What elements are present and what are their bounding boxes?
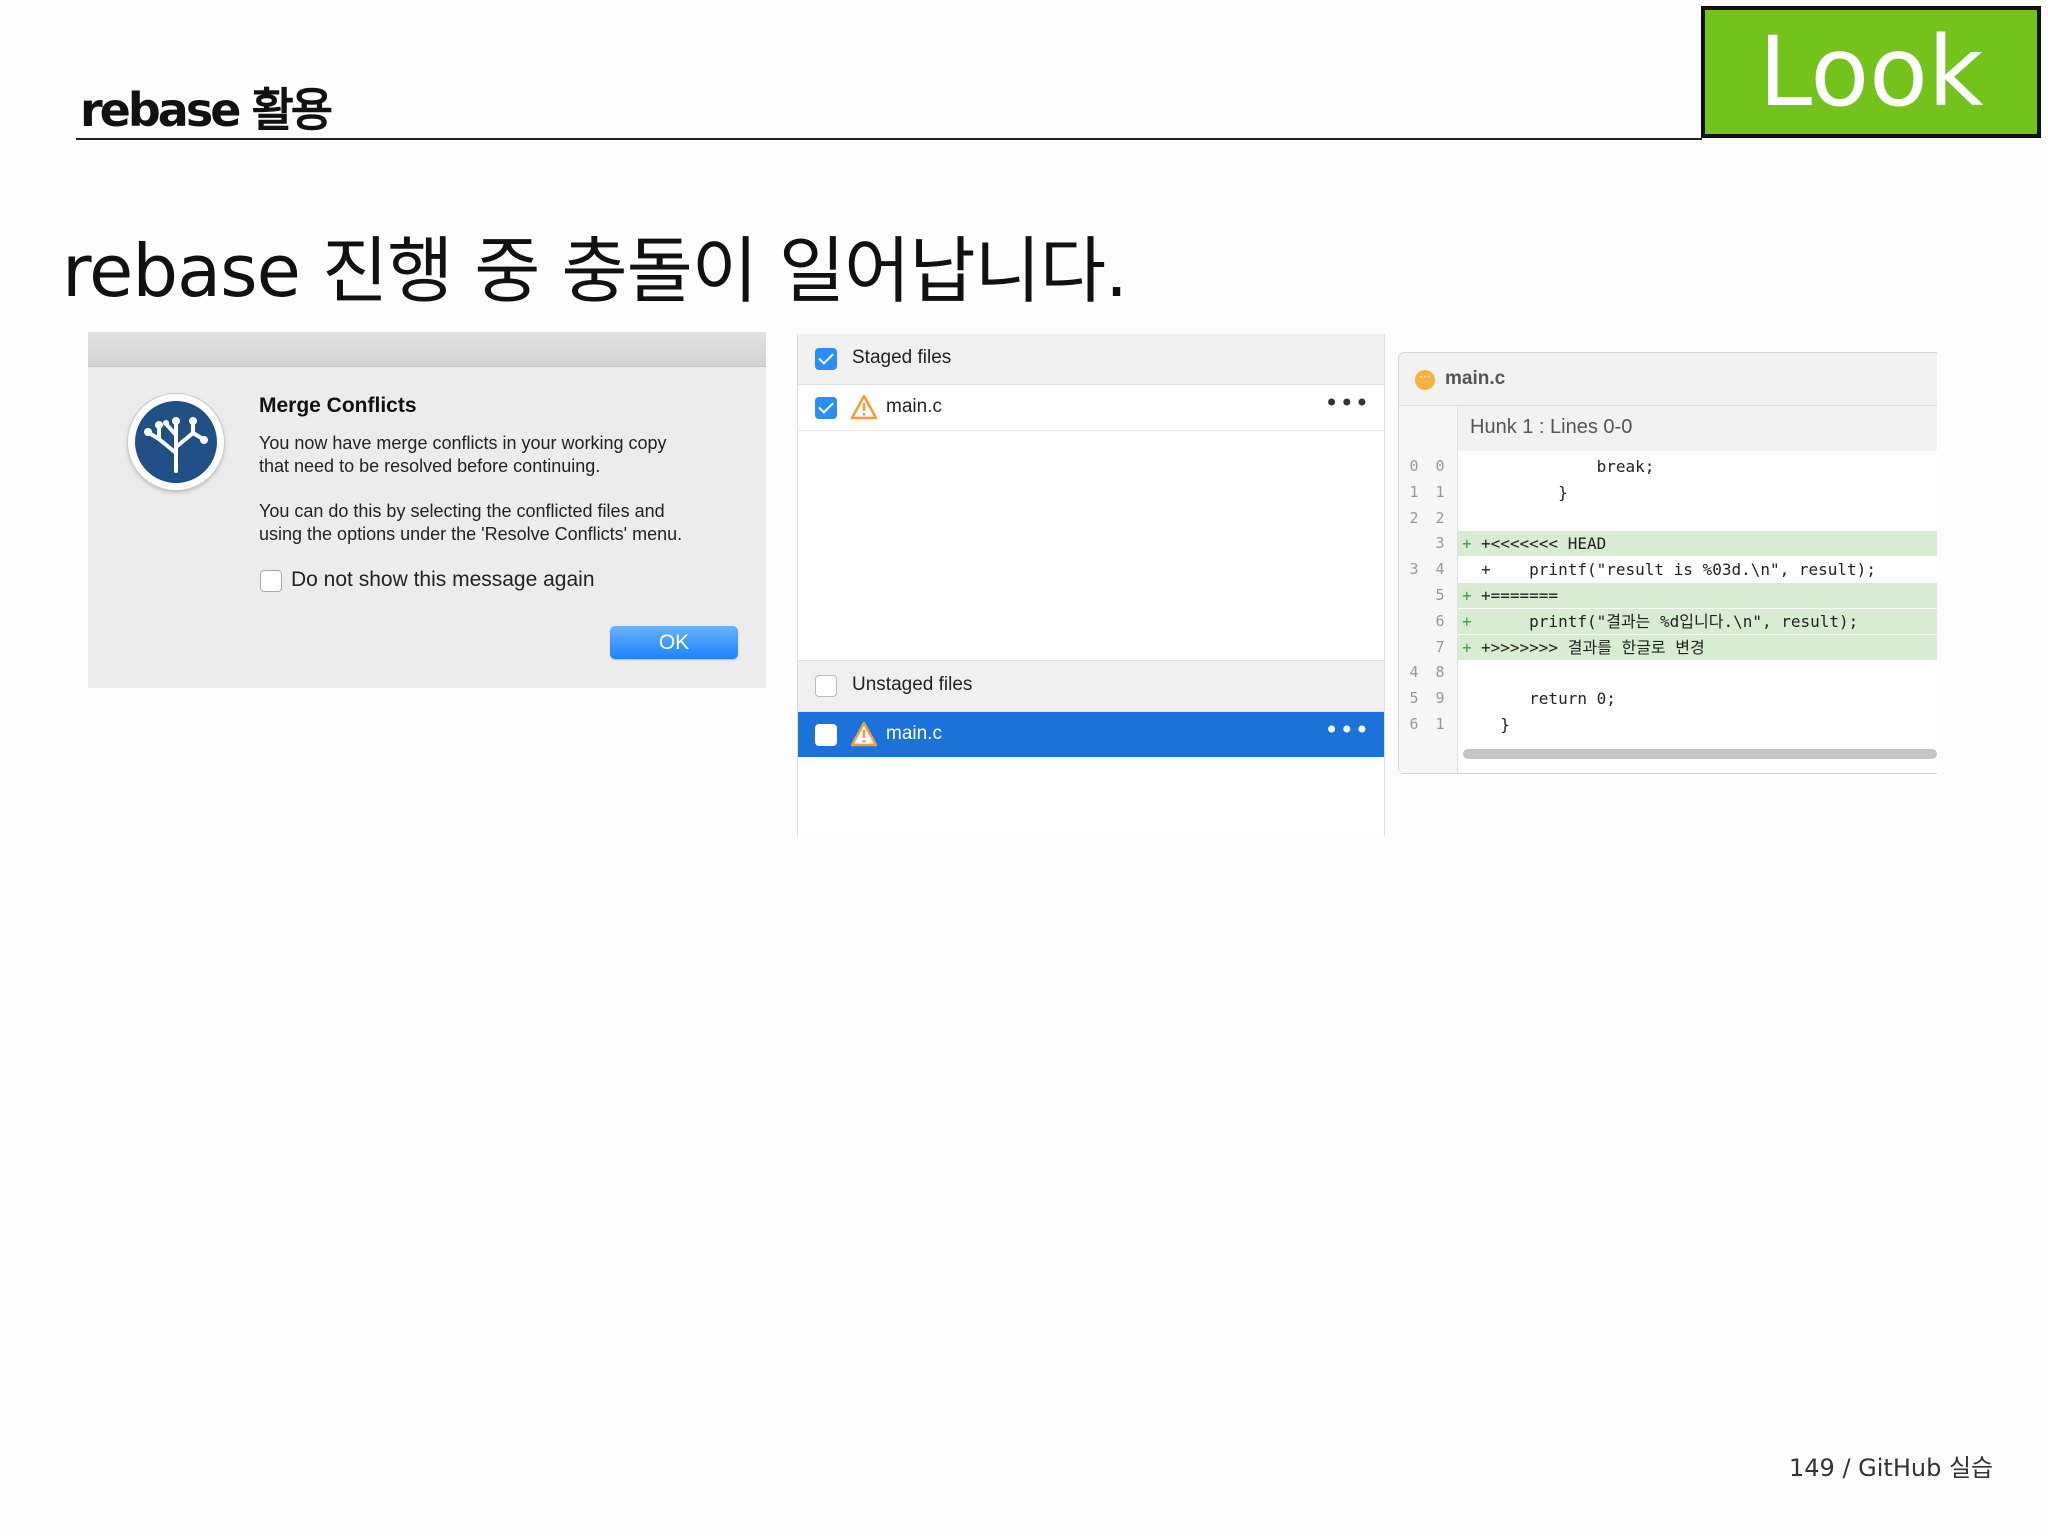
do-not-show-label[interactable]: Do not show this message again <box>291 568 595 592</box>
staged-all-checkbox[interactable] <box>815 348 837 370</box>
unstaged-file-checkbox[interactable] <box>815 724 837 746</box>
code-text: return 0; <box>1481 689 1616 709</box>
old-line-number: 1 <box>1409 482 1419 501</box>
diff-context-line[interactable]: 3 4 + printf("result is %03d.\n", result); <box>1399 557 1937 582</box>
diff-added-line[interactable]: 5 + +======= <box>1399 583 1937 608</box>
new-line-number: 0 <box>1435 457 1445 475</box>
dialog-message-1-line-2: that need to be resolved before continui… <box>259 456 601 476</box>
dialog-message-1-line-1: You now have merge conflicts in your wor… <box>259 433 667 453</box>
new-line-number: 4 <box>1435 560 1445 579</box>
unstaged-file-name: main.c <box>886 723 942 744</box>
staged-file-name: main.c <box>886 396 942 417</box>
code-text: +>>>>>>> 결과를 한글로 변경 <box>1481 637 1705 657</box>
ok-button[interactable]: OK <box>610 626 738 659</box>
diff-context-line[interactable]: 22 <box>1399 506 1937 531</box>
hunk-header: Hunk 1 : Lines 0-0 <box>1458 406 1937 451</box>
diff-context-line[interactable]: 00 break; <box>1399 454 1937 479</box>
code-text: } <box>1481 715 1510 734</box>
old-line-number: 4 <box>1409 663 1419 682</box>
dialog-title-bar <box>88 332 766 367</box>
warning-icon <box>850 721 878 747</box>
unstaged-files-label: Unstaged files <box>852 674 973 695</box>
title-rule <box>76 138 1702 140</box>
diff-added-line[interactable]: 6 + printf("결과는 %d입니다.\n", result); <box>1399 608 1937 634</box>
more-actions-icon[interactable]: ••• <box>1325 716 1370 744</box>
merge-conflicts-dialog: Merge Conflicts You now have merge confl… <box>88 332 766 688</box>
dialog-message-1: You now have merge conflicts in your wor… <box>259 432 739 478</box>
code-text: + printf("result is %03d.\n", result); <box>1481 560 1876 580</box>
code-text: break; <box>1481 457 1655 476</box>
diff-context-line[interactable]: 59 return 0; <box>1399 686 1937 711</box>
old-line-number: 5 <box>1409 689 1419 708</box>
slide-title: rebase 활용 <box>80 83 333 137</box>
more-actions-icon[interactable]: ••• <box>1325 389 1370 417</box>
diff-added-line[interactable]: 3 + +<<<<<<< HEAD <box>1399 531 1937 557</box>
new-line-number: 7 <box>1435 637 1445 656</box>
old-line-number: 3 <box>1409 560 1419 579</box>
hunk-label: Hunk 1 : Lines 0-0 <box>1470 416 1633 438</box>
old-line-number: 6 <box>1409 715 1419 733</box>
dialog-message-2-line-1: You can do this by selecting the conflic… <box>259 501 665 521</box>
code-text: +<<<<<<< HEAD <box>1481 534 1607 554</box>
diff-context-line[interactable]: 48 <box>1399 660 1937 685</box>
code-text: printf("결과는 %d입니다.\n", result); <box>1481 611 1859 631</box>
dialog-title: Merge Conflicts <box>259 394 417 417</box>
new-line-number: 8 <box>1435 663 1445 682</box>
old-line-number: 0 <box>1409 457 1419 475</box>
staged-files-header: Staged files <box>798 334 1384 385</box>
staged-file-row[interactable]: main.c ••• <box>798 385 1384 431</box>
do-not-show-checkbox[interactable] <box>260 570 282 592</box>
code-text: } <box>1481 482 1568 502</box>
diff-context-line[interactable]: 61 } <box>1399 712 1937 737</box>
staged-file-checkbox[interactable] <box>815 397 837 419</box>
look-badge: Look <box>1701 6 2041 138</box>
new-line-number: 9 <box>1435 689 1445 708</box>
page-footer: 149 / GitHub 실습 <box>1789 1454 1994 1482</box>
dialog-message-2: You can do this by selecting the conflic… <box>259 500 739 546</box>
unstaged-files-header: Unstaged files <box>798 660 1384 712</box>
warning-icon <box>850 394 878 420</box>
new-line-number: 6 <box>1435 611 1445 630</box>
added-marker: + <box>1462 586 1472 605</box>
added-marker: + <box>1462 611 1472 631</box>
added-marker: + <box>1462 637 1472 657</box>
files-panel: Staged files main.c ••• Unstaged files m… <box>797 334 1385 836</box>
horizontal-scrollbar[interactable] <box>1463 749 1937 759</box>
dialog-message-2-line-2: using the options under the 'Resolve Con… <box>259 524 683 544</box>
added-marker: + <box>1462 534 1472 554</box>
new-line-number: 2 <box>1435 508 1445 527</box>
new-line-number: 1 <box>1435 482 1445 501</box>
staged-files-label: Staged files <box>852 347 952 368</box>
diff-file-name: main.c <box>1445 368 1506 389</box>
diff-context-line[interactable]: 11 } <box>1399 480 1937 505</box>
unstaged-all-checkbox[interactable] <box>815 675 837 697</box>
code-text: +======= <box>1481 586 1559 605</box>
ellipsis-icon: ··· <box>1415 370 1435 390</box>
sourcetree-app-icon <box>128 394 224 490</box>
new-line-number: 3 <box>1435 534 1445 553</box>
headline: rebase 진행 중 충돌이 일어납니다. <box>62 229 1128 313</box>
new-line-number: 5 <box>1435 586 1445 604</box>
diff-header: ··· main.c <box>1399 353 1937 406</box>
old-line-number: 2 <box>1409 508 1419 527</box>
new-line-number: 1 <box>1435 715 1445 733</box>
unstaged-file-row[interactable]: main.c ••• <box>798 712 1384 757</box>
diff-panel: ··· main.c Hunk 1 : Lines 0-0 00 break; 1… <box>1398 352 1937 774</box>
diff-added-line[interactable]: 7 + +>>>>>>> 결과를 한글로 변경 <box>1399 634 1937 660</box>
